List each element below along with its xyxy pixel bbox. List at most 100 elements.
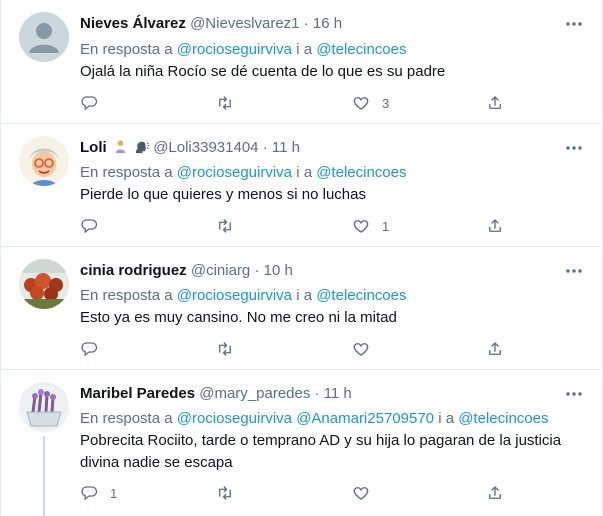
tweet-text: Pobrecita Rociito, tarde o temprano AD y…	[80, 430, 580, 474]
default-avatar-icon	[29, 23, 59, 53]
retweet-button[interactable]	[216, 216, 246, 236]
mention-link[interactable]: @telecincoes	[458, 410, 548, 427]
share-icon	[489, 486, 501, 499]
mention-link[interactable]: @rocioseguirviva	[177, 287, 292, 304]
mention-link[interactable]: @telecincoes	[316, 164, 406, 181]
share-button[interactable]	[486, 93, 504, 113]
reply-icon	[81, 342, 98, 357]
share-icon	[489, 342, 501, 355]
reply-button[interactable]	[80, 339, 110, 359]
tweet-loli[interactable]: Loli @Loli33931404 · 11 h En resposta a …	[1, 124, 603, 247]
tweet-text-line: divina nadie se escapa	[80, 454, 233, 471]
speaking-head-icon	[135, 141, 150, 154]
mention-link[interactable]: @rocioseguirviva	[177, 41, 292, 58]
reply-icon	[81, 486, 98, 501]
reply-button[interactable]	[80, 93, 110, 113]
retweet-icon	[219, 342, 231, 356]
mention-link[interactable]: @Anamari25709570	[296, 410, 434, 427]
timestamp[interactable]: 16 h	[313, 15, 342, 32]
like-icon	[353, 97, 369, 110]
mention-link[interactable]: @telecincoes	[316, 287, 406, 304]
tweet-nieves[interactable]: Nieves Álvarez @Nieveslvarez1 · 16 h En …	[1, 0, 603, 124]
reply-icon	[81, 96, 98, 111]
reply-button[interactable]	[80, 216, 110, 236]
cartoon-avatar-icon	[19, 136, 69, 186]
more-icon[interactable]	[564, 142, 584, 154]
like-count: 3	[382, 95, 390, 111]
tweet-header: Loli @Loli33931404 · 11 h	[80, 139, 300, 157]
tweet-actions: 3	[80, 93, 520, 113]
share-button[interactable]	[486, 483, 504, 503]
share-icon	[489, 96, 501, 109]
tweet-maribel[interactable]: Maribel Paredes @mary_paredes · 11 h En …	[1, 370, 603, 516]
like-icon	[353, 220, 369, 233]
reply-conjunction: i a	[296, 41, 313, 58]
mention-link[interactable]: @telecincoes	[316, 41, 406, 58]
user-handle[interactable]: @Nieveslvarez1	[190, 15, 299, 32]
reply-context: En resposta a @rocioseguirviva @Anamari2…	[80, 410, 548, 428]
mention-link[interactable]: @rocioseguirviva	[177, 410, 292, 427]
user-name[interactable]: Loli	[80, 139, 107, 156]
separator: ·	[303, 15, 309, 32]
separator: ·	[314, 385, 320, 402]
avatar[interactable]	[19, 259, 69, 309]
user-name[interactable]: Nieves Álvarez	[80, 15, 186, 32]
mention-link[interactable]: @rocioseguirviva	[177, 164, 292, 181]
tweet-header: Maribel Paredes @mary_paredes · 11 h	[80, 385, 352, 403]
reply-prefix: En resposta a	[80, 164, 173, 181]
like-button[interactable]: 1	[352, 216, 389, 236]
reply-conjunction: i a	[296, 287, 313, 304]
like-button[interactable]	[352, 339, 382, 359]
like-icon	[353, 487, 369, 500]
reply-icon	[81, 219, 98, 234]
like-count: 1	[382, 218, 390, 234]
reply-conjunction: i a	[296, 164, 313, 181]
retweet-button[interactable]	[216, 339, 246, 359]
share-button[interactable]	[486, 339, 504, 359]
retweet-button[interactable]	[216, 483, 246, 503]
avatar[interactable]	[19, 12, 69, 62]
user-name[interactable]: Maribel Paredes	[80, 385, 195, 402]
reply-button[interactable]: 1	[80, 483, 117, 503]
retweet-icon	[219, 219, 231, 233]
reply-context: En resposta a @rocioseguirviva i a @tele…	[80, 287, 406, 305]
user-name[interactable]: cinia rodriguez	[80, 262, 187, 279]
reply-context: En resposta a @rocioseguirviva i a @tele…	[80, 41, 406, 59]
tweet-text-line: Pobrecita Rociito, tarde o temprano AD y…	[80, 432, 562, 449]
timestamp[interactable]: 11 h	[324, 385, 352, 402]
retweet-icon	[219, 96, 231, 110]
reply-prefix: En resposta a	[80, 41, 173, 58]
timeline: Nieves Álvarez @Nieveslvarez1 · 16 h En …	[0, 0, 603, 516]
tweet-actions	[80, 339, 520, 359]
separator: ·	[254, 262, 260, 279]
retweet-icon	[219, 486, 231, 500]
avatar[interactable]	[19, 136, 69, 186]
avatar[interactable]	[19, 382, 69, 432]
flowers-basket-photo-icon	[19, 382, 69, 432]
tweet-text: Esto ya es muy cansino. No me creo ni la…	[80, 309, 397, 326]
flowers-photo-icon	[19, 259, 69, 309]
person-emoji-icon	[115, 140, 126, 154]
more-icon[interactable]	[564, 388, 584, 400]
user-handle[interactable]: @Loli33931404	[153, 139, 258, 156]
tweet-header: Nieves Álvarez @Nieveslvarez1 · 16 h	[80, 15, 342, 33]
tweet-actions: 1	[80, 216, 520, 236]
user-handle[interactable]: @ciniarg	[191, 262, 250, 279]
tweet-actions: 1	[80, 483, 520, 503]
like-button[interactable]: 3	[352, 93, 389, 113]
timestamp[interactable]: 11 h	[272, 139, 300, 156]
tweet-header: cinia rodriguez @ciniarg · 10 h	[80, 262, 293, 280]
reply-context: En resposta a @rocioseguirviva i a @tele…	[80, 164, 406, 182]
like-icon	[353, 343, 369, 356]
timestamp[interactable]: 10 h	[264, 262, 293, 279]
share-button[interactable]	[486, 216, 504, 236]
more-icon[interactable]	[564, 18, 584, 30]
reply-prefix: En resposta a	[80, 410, 173, 427]
user-handle[interactable]: @mary_paredes	[199, 385, 310, 402]
reply-conjunction: i a	[438, 410, 455, 427]
tweet-cinia[interactable]: cinia rodriguez @ciniarg · 10 h En respo…	[1, 247, 603, 370]
more-icon[interactable]	[564, 265, 584, 277]
like-button[interactable]	[352, 483, 382, 503]
share-icon	[489, 219, 501, 232]
retweet-button[interactable]	[216, 93, 246, 113]
